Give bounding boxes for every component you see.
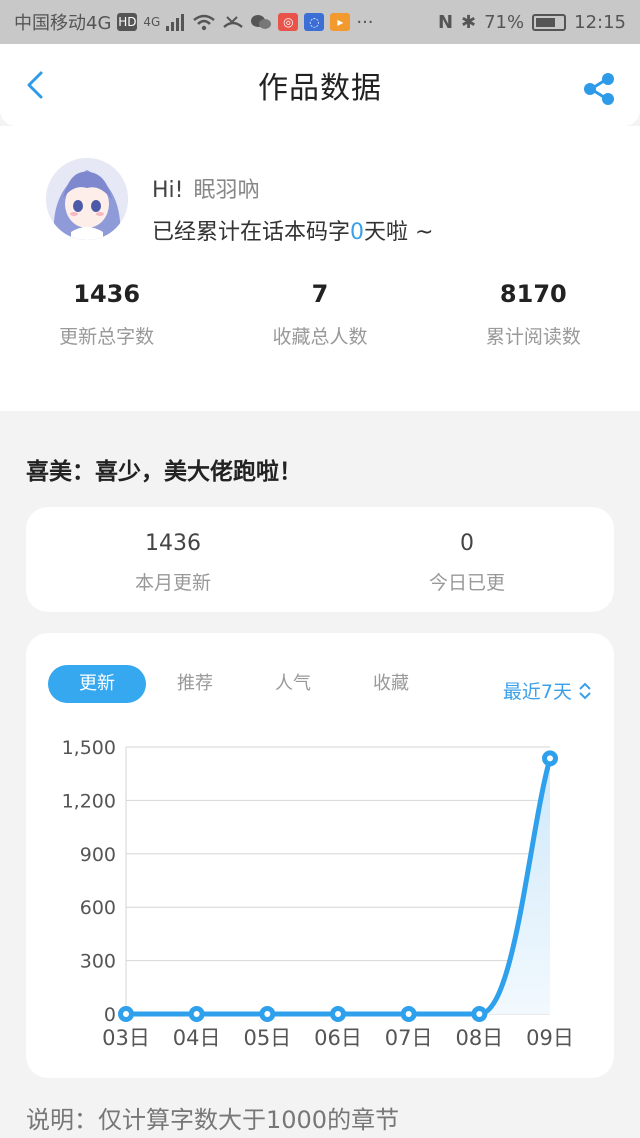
monthly-label: 本月更新 [134,572,211,594]
chevron-left-icon[interactable] [22,70,52,100]
battery-icon [532,13,567,31]
x-tick-label: 03日 [102,1026,150,1050]
monthly-value: 1436 [145,531,201,556]
today-value: 0 [460,531,474,556]
days-value: 0 [350,220,365,245]
stat-label: 更新总字数 [59,326,155,348]
greeting-text: Hi! [152,178,184,203]
y-tick-label: 900 [80,844,116,866]
avatar[interactable] [46,158,128,240]
more-notifications: ··· [356,11,374,33]
data-point-center [264,1011,271,1017]
data-point-center [123,1011,129,1017]
monthly-card: 1436 本月更新 0 今日已更 [26,507,614,612]
status-right: N ✱ 71% 12:15 [438,12,626,33]
wechat-icon [251,15,272,29]
hd-badge: HD [117,13,138,31]
bulb-app-icon: ◌ [304,13,325,31]
signal-icon [166,14,185,31]
section-title: 喜美：喜少，美大佬跑啦！ [26,459,302,485]
today-updates: 0 今日已更 [320,507,614,612]
clock: 12:15 [574,11,626,33]
today-label: 今日已更 [428,572,505,594]
area-fill [126,758,550,1014]
nickname: 眠羽吶 [193,178,260,203]
range-selector[interactable]: 最近7天 [503,677,592,704]
nfc-icon: N [437,11,454,33]
data-point-center [405,1011,412,1017]
greeting-line: Hi! 眠羽吶 [152,172,260,204]
battery-percent: 71% [484,11,525,33]
data-point-center [547,755,553,762]
y-tick-label: 600 [80,897,116,919]
network-type: 4G [143,15,161,29]
stat-total-words: 1436 更新总字数 [0,280,213,349]
x-tick-label: 06日 [314,1026,362,1050]
status-left: 中国移动4G HD 4G ◎ ◌ ▸ ··· [14,9,374,35]
avatar-illustration [46,158,128,240]
play-app-icon: ▸ [330,13,351,31]
page-title: 作品数据 [258,71,382,106]
monthly-updates: 1436 本月更新 [26,507,320,612]
data-point-center [476,1011,483,1017]
data-point-center [193,1011,200,1017]
stat-value: 7 [311,280,329,308]
stat-value: 1436 [73,280,141,308]
days-line: 已经累计在话本码字0天啦 ~ [152,214,433,246]
tab-favorites[interactable]: 收藏 [342,665,440,703]
data-point-center [335,1011,341,1017]
tab-recommend[interactable]: 推荐 [146,665,244,703]
chart-card: 0 300 600 900 1,200 1,500 03日 04日 05日 06日 07日 08日 09… [26,633,614,1078]
carrier-text: 中国移动4G [14,13,112,34]
x-tick-label: 05日 [243,1026,291,1050]
share-icon[interactable] [582,72,616,106]
stat-value: 8170 [499,280,567,308]
bluetooth-icon: ✱ [461,11,477,33]
wifi-icon [193,14,216,31]
x-tick-label: 04日 [173,1026,221,1050]
app-header: 作品数据 [0,44,640,126]
app-icon-red: ◎ [278,13,299,31]
y-tick-label: 0 [104,1004,116,1026]
profile-card: Hi! 眠羽吶 已经累计在话本码字0天啦 ~ 1436 更新总字数 7 收藏总人数… [0,126,640,411]
status-bar: 中国移动4G HD 4G ◎ ◌ ▸ ··· N ✱ 71% 12:15 [0,0,640,44]
y-tick-label: 1,500 [62,737,116,759]
metric-tabs: 更新 推荐 人气 收藏 [48,665,440,703]
tab-updates[interactable]: 更新 [48,665,146,703]
days-suffix: 天啦 ~ [364,220,434,245]
missed-call-icon [223,16,244,28]
days-prefix: 已经累计在话本码字 [152,220,351,245]
x-tick-label: 07日 [385,1026,433,1050]
x-tick-label: 08日 [455,1026,503,1050]
y-tick-label: 300 [80,951,116,973]
stat-total-favorites: 7 收藏总人数 [213,280,426,349]
stat-total-reads: 8170 累计阅读数 [427,280,640,349]
y-tick-label: 1,200 [62,790,116,812]
stat-label: 收藏总人数 [272,326,368,348]
summary-stats: 1436 更新总字数 7 收藏总人数 8170 累计阅读数 [0,280,640,349]
x-tick-label: 09日 [526,1026,574,1050]
stat-label: 累计阅读数 [485,326,581,348]
tab-popularity[interactable]: 人气 [244,665,342,703]
range-label: 最近7天 [502,681,572,703]
footnote: 说明：仅计算字数大于1000的章节 [26,1106,400,1134]
up-down-chevron-icon [579,682,591,699]
series-line [123,755,553,1017]
